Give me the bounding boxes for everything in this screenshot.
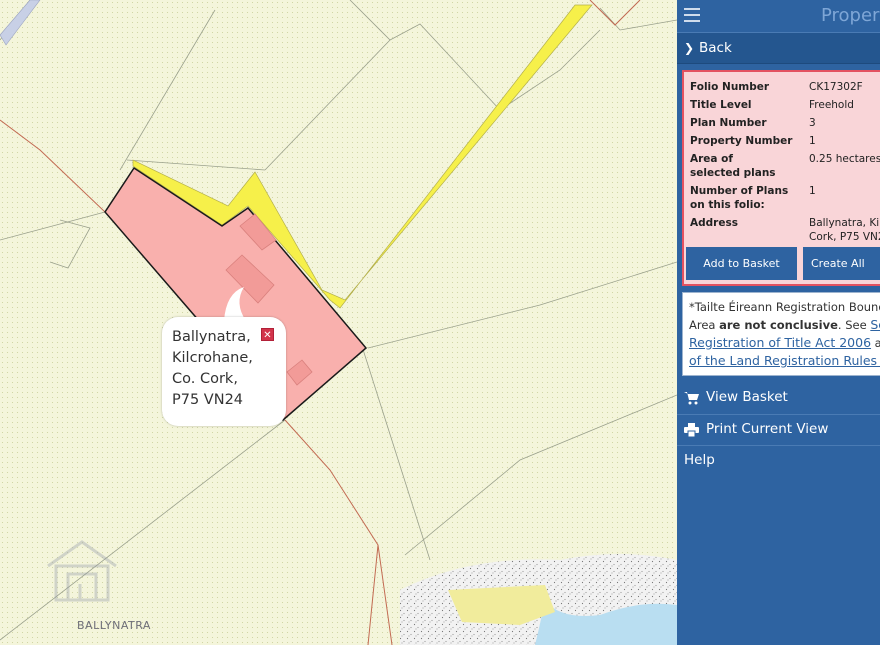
help-label: Help	[684, 452, 715, 468]
chevron-right-icon: ❯	[684, 41, 695, 55]
back-label: Back	[699, 40, 732, 56]
rules-link[interactable]: of the Land Registration Rules 2	[689, 353, 880, 368]
notice-bold: are not conclusive	[719, 318, 838, 332]
print-view-button[interactable]: Print Current View	[677, 414, 880, 445]
folio-value: Ballynatra, Kilc Cork, P75 VN24	[809, 217, 880, 243]
hamburger-icon[interactable]	[684, 8, 700, 22]
view-basket-label: View Basket	[706, 389, 788, 405]
notice-text: Area	[689, 318, 720, 332]
folio-key: Address	[690, 217, 738, 229]
notice-line: Area are not conclusive. See Sectio	[689, 316, 880, 334]
print-view-label: Print Current View	[706, 421, 829, 437]
folio-value: 1	[809, 135, 816, 147]
folio-value: CK17302F	[809, 81, 863, 93]
notice-text: . See	[837, 318, 871, 332]
panel-header: Property	[677, 0, 880, 33]
notice-text: and	[874, 336, 880, 350]
create-all-button[interactable]: Create All	[803, 247, 880, 280]
folio-key: Area of selected plans	[690, 153, 776, 179]
help-button[interactable]: Help	[677, 445, 880, 476]
notice-line: Registration of Title Act 2006 and	[689, 334, 880, 352]
close-icon[interactable]: ✕	[261, 328, 274, 341]
boundary-notice: *Tailte Éireann Registration Boundari Ar…	[682, 292, 880, 376]
address-popup: Ballynatra, Kilcrohane, Co. Cork, P75 VN…	[162, 317, 286, 426]
side-panel: Property ❯ Back Folio Number CK17302F Ti…	[677, 0, 880, 645]
panel-title: Property	[821, 5, 880, 26]
back-button[interactable]: ❯ Back	[677, 33, 880, 64]
folio-value: Freehold	[809, 99, 854, 111]
view-basket-button[interactable]: View Basket	[677, 383, 880, 414]
folio-key: Folio Number	[690, 81, 770, 93]
folio-key: Property Number	[690, 135, 793, 147]
place-label: BALLYNATRA	[77, 619, 151, 632]
notice-line: *Tailte Éireann Registration Boundari	[689, 300, 880, 314]
section-link[interactable]: Sectio	[870, 317, 880, 332]
folio-value: 3	[809, 117, 816, 129]
folio-value: 0.25 hectares.	[809, 153, 880, 165]
print-icon	[684, 423, 699, 437]
map-view[interactable]: BALLYNATRA Ballynatra, Kilcrohane, Co. C…	[0, 0, 677, 645]
folio-key: Title Level	[690, 99, 752, 111]
act-link[interactable]: Registration of Title Act 2006	[689, 335, 871, 350]
popup-tail	[224, 287, 246, 321]
folio-value: 1	[809, 185, 816, 197]
folio-key: Number of Plans on this folio:	[690, 185, 789, 211]
add-to-basket-button[interactable]: Add to Basket	[686, 247, 797, 280]
notice-line: of the Land Registration Rules 2	[689, 352, 880, 370]
folio-key: Plan Number	[690, 117, 767, 129]
tailte-logo-icon	[47, 540, 117, 602]
cart-icon	[684, 392, 699, 405]
folio-info-box: Folio Number CK17302F Title Level Freeho…	[682, 70, 880, 286]
